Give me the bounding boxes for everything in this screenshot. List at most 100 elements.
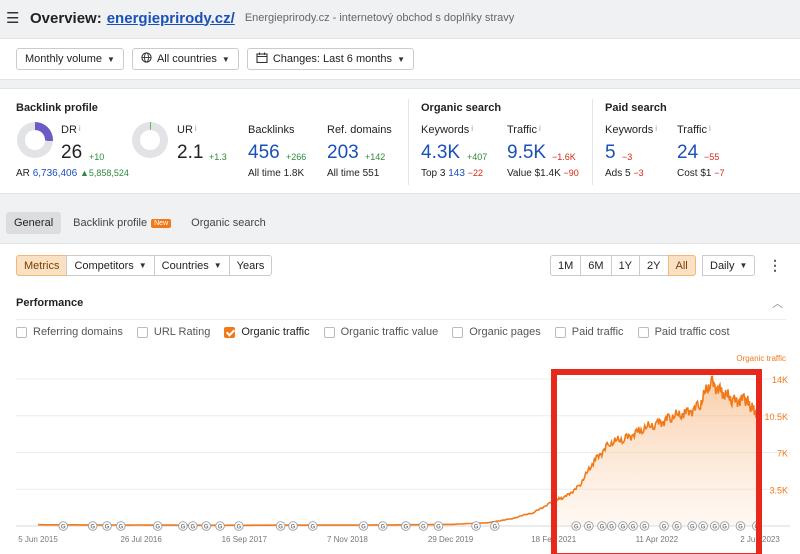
chevron-down-icon: ▼ <box>213 261 222 270</box>
ref-domains-label[interactable]: Ref. domains <box>327 124 392 136</box>
google-update-marker-label: G <box>436 525 441 531</box>
domain-link[interactable]: energieprirody.cz/ <box>107 10 235 27</box>
tab-backlink-profile[interactable]: Backlink profile New <box>65 212 179 234</box>
checkbox-box[interactable] <box>136 326 148 338</box>
organic-traffic-label[interactable]: Traffic i <box>507 124 541 136</box>
checkbox-paid-traffic-cost[interactable]: Paid traffic cost <box>637 326 730 338</box>
organic-keywords-label[interactable]: Keywords i <box>421 124 473 136</box>
checkbox-label: Organic traffic <box>241 326 310 338</box>
y-tick-label: 14K <box>772 375 788 385</box>
organic-value: Value $1.4K −90 <box>507 168 579 179</box>
volume-dropdown[interactable]: Monthly volume ▼ <box>16 48 124 70</box>
google-update-marker-label: G <box>204 525 209 531</box>
paid-keywords-label[interactable]: Keywords i <box>605 124 657 136</box>
google-update-marker-label: G <box>574 525 579 531</box>
paid-traffic-value[interactable]: 24 <box>677 142 698 164</box>
google-update-marker-label: G <box>631 525 636 531</box>
google-update-marker-label: G <box>642 525 647 531</box>
performance-chart: 14K 10.5K 7K 3.5K Organic traffic G G G G G G G G G G G… <box>0 349 800 554</box>
organic-traffic-value[interactable]: 9.5K <box>507 142 546 164</box>
checkbox-box[interactable] <box>452 326 464 338</box>
x-tick-label: 26 Jul 2016 <box>120 535 162 544</box>
google-update-marker-label: G <box>493 525 498 531</box>
countries-button[interactable]: Countries ▼ <box>153 255 230 276</box>
google-update-marker-label: G <box>403 525 408 531</box>
y-tick-label: 3.5K <box>769 485 788 495</box>
checkbox-referring-domains[interactable]: Referring domains <box>16 326 123 338</box>
chevron-down-icon: ▼ <box>138 261 147 270</box>
paid-ads: Ads 5 −3 <box>605 168 644 179</box>
competitors-dropdown[interactable]: Competitors ▼ <box>66 255 155 276</box>
checkbox-box[interactable] <box>637 326 649 338</box>
paid-search-title: Paid search <box>605 102 667 114</box>
checkbox-box[interactable] <box>224 326 236 338</box>
ur-delta: +1.3 <box>209 152 227 162</box>
ur-donut-chart <box>132 122 168 158</box>
tab-organic-search[interactable]: Organic search <box>183 212 274 234</box>
range-all-button[interactable]: All <box>667 255 696 276</box>
organic-traffic-chart: 14K10.5K7K3.5KOrganic trafficG G G G G G G G G G G… <box>16 354 790 554</box>
changes-dropdown-label: Changes: Last 6 months <box>272 53 393 65</box>
calendar-icon <box>256 52 268 66</box>
countries-dropdown-label: All countries <box>156 53 217 65</box>
dr-delta: +10 <box>89 152 105 162</box>
range-6m-button[interactable]: 6M <box>580 255 612 276</box>
granularity-dropdown[interactable]: Daily ▼ <box>702 255 756 276</box>
checkbox-label: Paid traffic cost <box>654 326 730 338</box>
checkbox-organic-traffic[interactable]: Organic traffic <box>224 326 310 338</box>
checkbox-box[interactable] <box>16 326 27 338</box>
google-update-marker-label: G <box>278 525 283 531</box>
ref-domains-alltime: All time 551 <box>327 168 380 179</box>
google-update-marker-label: G <box>310 525 315 531</box>
chevron-up-icon[interactable]: ︿ <box>772 295 783 311</box>
info-icon: i <box>78 124 81 133</box>
more-options-icon[interactable]: ⋮ <box>768 257 782 274</box>
organic-keywords-value[interactable]: 4.3K <box>421 142 460 164</box>
countries-dropdown[interactable]: All countries ▼ <box>131 48 239 70</box>
google-update-marker-label: G <box>361 525 366 531</box>
view-mode-group: Metrics Competitors ▼ Countries ▼ Years <box>16 255 273 276</box>
ref-domains-value[interactable]: 203 <box>327 142 359 164</box>
backlinks-label[interactable]: Backlinks <box>248 124 294 136</box>
metrics-button[interactable]: Metrics <box>16 255 68 276</box>
google-update-marker-label: G <box>662 525 667 531</box>
menu-icon[interactable]: ☰ <box>6 9 24 27</box>
ur-label[interactable]: UR i <box>177 124 197 136</box>
backlinks-value[interactable]: 456 <box>248 142 280 164</box>
section-tabs: General Backlink profile New Organic sear… <box>0 210 800 236</box>
paid-keywords-value[interactable]: 5 <box>605 142 616 164</box>
domain-description: Energieprirody.cz - internetový obchod s… <box>244 12 515 24</box>
organic-top3: Top 3 143 −22 <box>421 168 483 179</box>
dr-value: 26 <box>61 142 83 163</box>
paid-traffic-label[interactable]: Traffic i <box>677 124 711 136</box>
dr-label[interactable]: DR i <box>61 124 81 136</box>
changes-dropdown[interactable]: Changes: Last 6 months ▼ <box>246 48 414 70</box>
organic-traffic-delta: −1.6K <box>552 152 576 162</box>
google-update-marker-label: G <box>474 525 479 531</box>
checkbox-label: Organic traffic value <box>340 326 439 338</box>
checkbox-organic-traffic-value[interactable]: Organic traffic value <box>323 326 439 338</box>
range-1y-button[interactable]: 1Y <box>610 255 641 276</box>
top-bar: ☰ Overview: energieprirody.cz/ Energiepr… <box>0 0 800 36</box>
google-update-marker-label: G <box>675 525 680 531</box>
chevron-down-icon: ▼ <box>221 54 230 64</box>
chart-controls: Metrics Competitors ▼ Countries ▼ Years 1M… <box>16 255 786 277</box>
google-update-marker-label: G <box>609 525 614 531</box>
range-2y-button[interactable]: 2Y <box>639 255 669 276</box>
metric-checkboxes: Referring domains URL Rating Organic traff… <box>16 326 730 338</box>
tab-general[interactable]: General <box>6 212 62 234</box>
google-update-marker-label: G <box>587 525 592 531</box>
google-update-marker-label: G <box>61 525 66 531</box>
google-update-marker-label: G <box>380 525 385 531</box>
checkbox-organic-pages[interactable]: Organic pages <box>452 326 541 338</box>
google-update-marker-label: G <box>105 525 110 531</box>
years-button[interactable]: Years <box>228 255 273 276</box>
range-group: 1M 6M 1Y 2Y All <box>550 255 696 276</box>
chevron-down-icon: ▼ <box>739 261 748 270</box>
info-icon: i <box>194 124 197 133</box>
checkbox-box[interactable] <box>323 326 335 338</box>
checkbox-url-rating[interactable]: URL Rating <box>136 326 210 338</box>
checkbox-paid-traffic[interactable]: Paid traffic <box>554 326 624 338</box>
range-1m-button[interactable]: 1M <box>550 255 582 276</box>
checkbox-box[interactable] <box>554 326 566 338</box>
